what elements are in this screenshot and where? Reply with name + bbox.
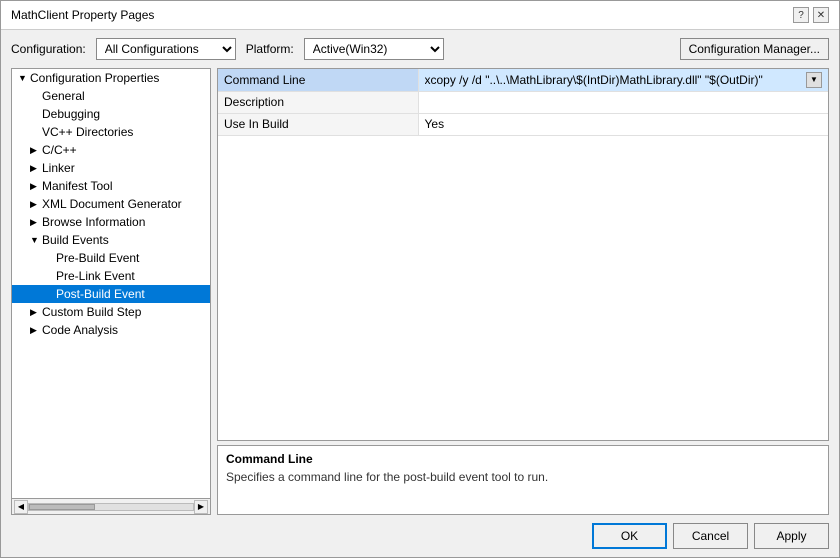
property-value[interactable]: xcopy /y /d "..\..\MathLibrary\$(IntDir)… <box>418 69 828 91</box>
property-name: Use In Build <box>218 113 418 135</box>
tree-expand-icon: ▼ <box>18 73 28 83</box>
tree-item-label: Custom Build Step <box>42 305 141 319</box>
title-bar: MathClient Property Pages ? ✕ <box>1 1 839 30</box>
configuration-select[interactable]: All Configurations <box>96 38 236 60</box>
tree-item-label: General <box>42 89 85 103</box>
scroll-right-arrow[interactable]: ▶ <box>194 500 208 514</box>
table-row[interactable]: Use In BuildYes <box>218 113 828 135</box>
tree-item-xml-doc[interactable]: ▶XML Document Generator <box>12 195 210 213</box>
configuration-manager-button[interactable]: Configuration Manager... <box>680 38 829 60</box>
tree-expand-icon: ▶ <box>30 145 40 156</box>
apply-button[interactable]: Apply <box>754 523 829 549</box>
property-value[interactable] <box>418 91 828 113</box>
tree-item-code-analysis[interactable]: ▶Code Analysis <box>12 321 210 339</box>
tree-item-label: C/C++ <box>42 143 77 157</box>
tree-item-label: Pre-Link Event <box>56 269 135 283</box>
scroll-thumb[interactable] <box>29 504 95 510</box>
tree-item-post-build[interactable]: Post-Build Event <box>12 285 210 303</box>
tree-item-custom-build[interactable]: ▶Custom Build Step <box>12 303 210 321</box>
property-name: Command Line <box>218 69 418 91</box>
main-content: ▼Configuration Properties General Debugg… <box>1 68 839 515</box>
tree-expand-icon: ▶ <box>30 307 40 318</box>
property-pages-dialog: MathClient Property Pages ? ✕ Configurat… <box>0 0 840 558</box>
info-panel: Command Line Specifies a command line fo… <box>217 445 829 515</box>
right-panel: Command Line xcopy /y /d "..\..\MathLibra… <box>217 68 829 515</box>
horizontal-scrollbar[interactable]: ◀ ▶ <box>11 499 211 515</box>
cancel-button[interactable]: Cancel <box>673 523 748 549</box>
tree-item-cpp[interactable]: ▶C/C++ <box>12 141 210 159</box>
tree-item-label: VC++ Directories <box>42 125 133 139</box>
property-value[interactable]: Yes <box>418 113 828 135</box>
tree-item-manifest[interactable]: ▶Manifest Tool <box>12 177 210 195</box>
platform-select[interactable]: Active(Win32) <box>304 38 444 60</box>
tree-item-pre-build[interactable]: Pre-Build Event <box>12 249 210 267</box>
tree-expand-icon: ▶ <box>30 217 40 228</box>
tree-item-browse[interactable]: ▶Browse Information <box>12 213 210 231</box>
scroll-track[interactable] <box>28 503 194 511</box>
tree-item-label: Manifest Tool <box>42 179 112 193</box>
table-row[interactable]: Description <box>218 91 828 113</box>
tree-expand-icon: ▶ <box>30 325 40 336</box>
configuration-label: Configuration: <box>11 42 86 56</box>
info-title: Command Line <box>226 452 820 466</box>
platform-label: Platform: <box>246 42 294 56</box>
property-grid[interactable]: Command Line xcopy /y /d "..\..\MathLibra… <box>217 68 829 441</box>
tree-expand-icon: ▶ <box>30 199 40 210</box>
tree-item-config-props[interactable]: ▼Configuration Properties <box>12 69 210 87</box>
bottom-bar: OK Cancel Apply <box>1 515 839 557</box>
property-dropdown-button[interactable]: ▼ <box>806 72 822 88</box>
title-bar-buttons: ? ✕ <box>793 7 829 23</box>
tree-item-label: Pre-Build Event <box>56 251 139 265</box>
help-button[interactable]: ? <box>793 7 809 23</box>
tree-item-label: Browse Information <box>42 215 145 229</box>
tree-item-label: Configuration Properties <box>30 71 159 85</box>
tree-item-label: Debugging <box>42 107 100 121</box>
tree-view[interactable]: ▼Configuration Properties General Debugg… <box>11 68 211 499</box>
left-panel: ▼Configuration Properties General Debugg… <box>11 68 211 515</box>
tree-item-vc-dirs[interactable]: VC++ Directories <box>12 123 210 141</box>
grid-table: Command Line xcopy /y /d "..\..\MathLibra… <box>218 69 828 136</box>
property-value-text: xcopy /y /d "..\..\MathLibrary\$(IntDir)… <box>425 73 807 87</box>
ok-button[interactable]: OK <box>592 523 667 549</box>
tree-item-label: XML Document Generator <box>42 197 182 211</box>
tree-item-label: Post-Build Event <box>56 287 145 301</box>
tree-item-debugging[interactable]: Debugging <box>12 105 210 123</box>
config-bar: Configuration: All Configurations Platfo… <box>1 30 839 68</box>
info-description: Specifies a command line for the post-bu… <box>226 470 820 484</box>
tree-expand-icon: ▼ <box>30 235 40 245</box>
tree-item-label: Build Events <box>42 233 109 247</box>
tree-item-linker[interactable]: ▶Linker <box>12 159 210 177</box>
tree-item-general[interactable]: General <box>12 87 210 105</box>
close-button[interactable]: ✕ <box>813 7 829 23</box>
tree-item-build-events[interactable]: ▼Build Events <box>12 231 210 249</box>
dialog-title: MathClient Property Pages <box>11 8 154 22</box>
tree-expand-icon: ▶ <box>30 163 40 174</box>
tree-expand-icon: ▶ <box>30 181 40 192</box>
scroll-left-arrow[interactable]: ◀ <box>14 500 28 514</box>
tree-item-label: Linker <box>42 161 75 175</box>
tree-item-pre-link[interactable]: Pre-Link Event <box>12 267 210 285</box>
property-name: Description <box>218 91 418 113</box>
table-row[interactable]: Command Line xcopy /y /d "..\..\MathLibra… <box>218 69 828 91</box>
tree-item-label: Code Analysis <box>42 323 118 337</box>
